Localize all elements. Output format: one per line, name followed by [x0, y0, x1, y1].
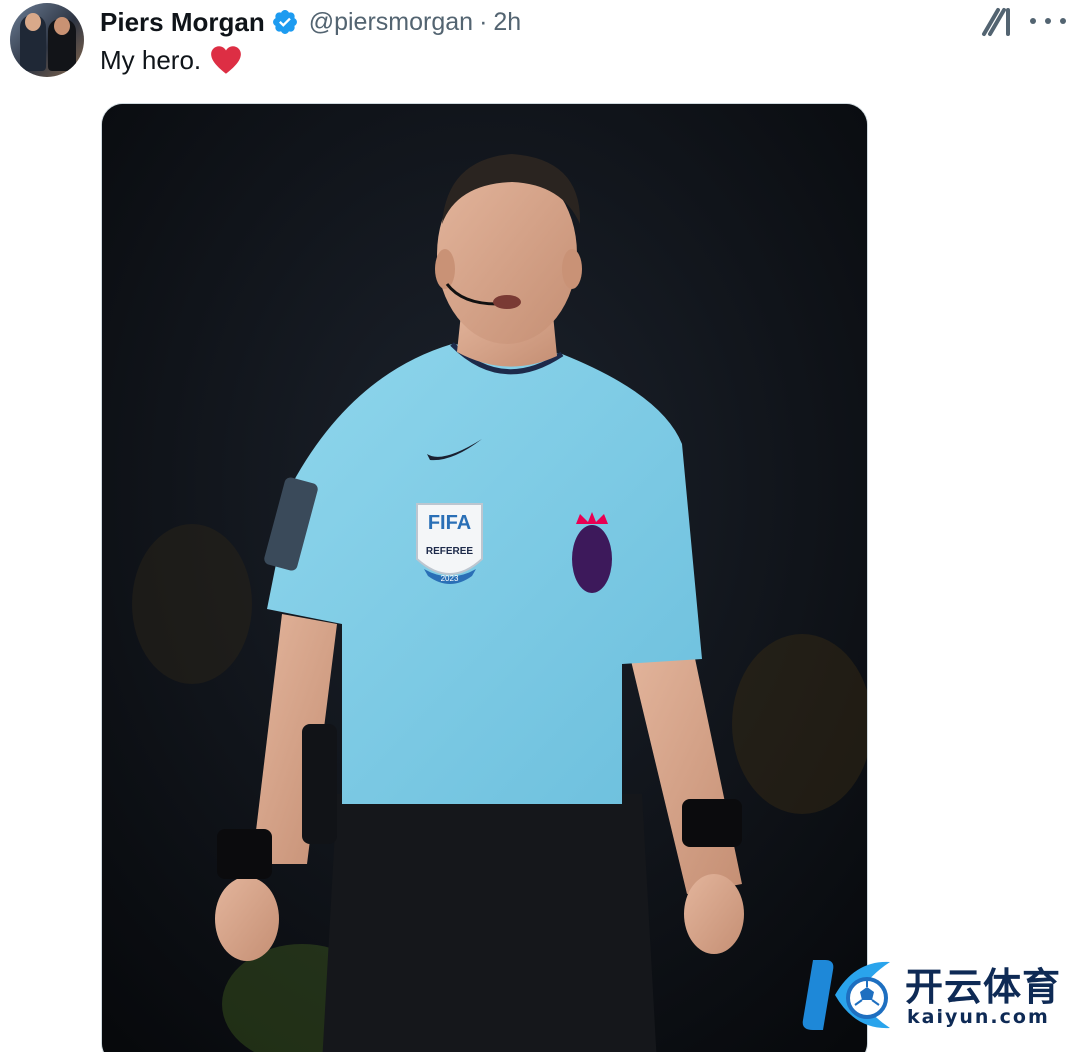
more-options-icon[interactable]	[1030, 6, 1066, 36]
heart-emoji	[211, 46, 242, 74]
timestamp[interactable]: 2h	[493, 8, 521, 37]
fifa-patch-year: 2023	[441, 574, 459, 583]
tweet-media-photo[interactable]: FIFA REFEREE 2023	[101, 103, 868, 1052]
author-handle[interactable]: @piersmorgan	[309, 8, 473, 37]
tweet-header: Piers Morgan @piersmorgan · 2h	[100, 4, 521, 40]
grok-icon[interactable]	[980, 4, 1016, 38]
kaiyun-url: kaiyun.com	[907, 1006, 1050, 1028]
tweet-text: My hero.	[100, 44, 243, 76]
fifa-patch-title: FIFA	[428, 512, 471, 534]
verified-badge-icon	[272, 10, 297, 34]
tweet-text-content: My hero.	[100, 44, 202, 75]
separator-dot: ·	[479, 7, 488, 36]
tweet-card[interactable]: Piers Morgan @piersmorgan · 2h My hero.	[0, 0, 1080, 1052]
kaiyun-brand-text: 开云体育	[905, 965, 1062, 1009]
kaiyun-watermark: 开云体育 kaiyun.com	[795, 950, 1075, 1040]
author-name[interactable]: Piers Morgan	[100, 7, 265, 38]
fifa-patch-sub: REFEREE	[426, 546, 474, 557]
kaiyun-logo-icon	[802, 960, 890, 1030]
referee-photo: FIFA REFEREE 2023	[102, 104, 867, 1052]
author-avatar[interactable]	[10, 3, 84, 77]
